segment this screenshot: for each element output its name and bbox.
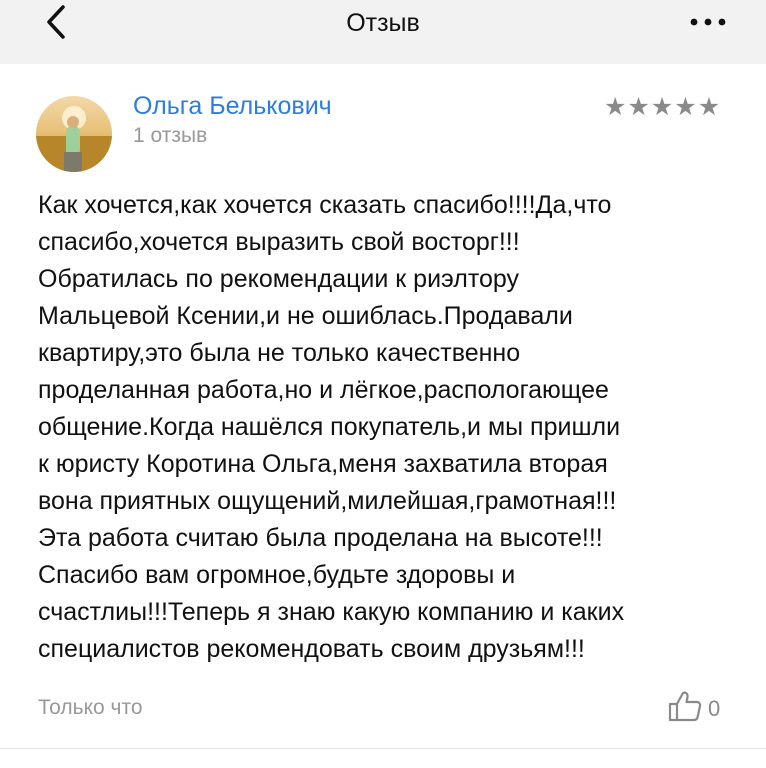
author-review-count: 1 отзыв bbox=[133, 124, 208, 147]
avatar[interactable] bbox=[36, 96, 112, 172]
more-options-button[interactable] bbox=[686, 4, 730, 40]
star-icon: ★ bbox=[674, 92, 697, 121]
top-bar: Отзыв bbox=[0, 0, 766, 64]
review-timestamp: Только что bbox=[38, 696, 143, 719]
star-icon: ★ bbox=[650, 92, 674, 121]
like-count: 0 bbox=[708, 695, 721, 721]
star-icon: ★ bbox=[604, 92, 627, 121]
star-icon: ★ bbox=[627, 92, 650, 121]
thumbs-up-icon bbox=[668, 690, 702, 727]
more-horizontal-icon bbox=[690, 13, 726, 31]
divider bbox=[0, 748, 766, 749]
author-name-link[interactable]: Ольга Белькович bbox=[133, 92, 332, 121]
star-icon: ★ bbox=[697, 92, 721, 121]
review-body: Как хочется,как хочется сказать спасибо!… bbox=[38, 191, 625, 663]
page-title: Отзыв bbox=[346, 9, 420, 37]
rating-stars: ★ ★ ★ ★ ★ bbox=[604, 94, 720, 119]
like-button[interactable]: 0 bbox=[668, 690, 720, 727]
